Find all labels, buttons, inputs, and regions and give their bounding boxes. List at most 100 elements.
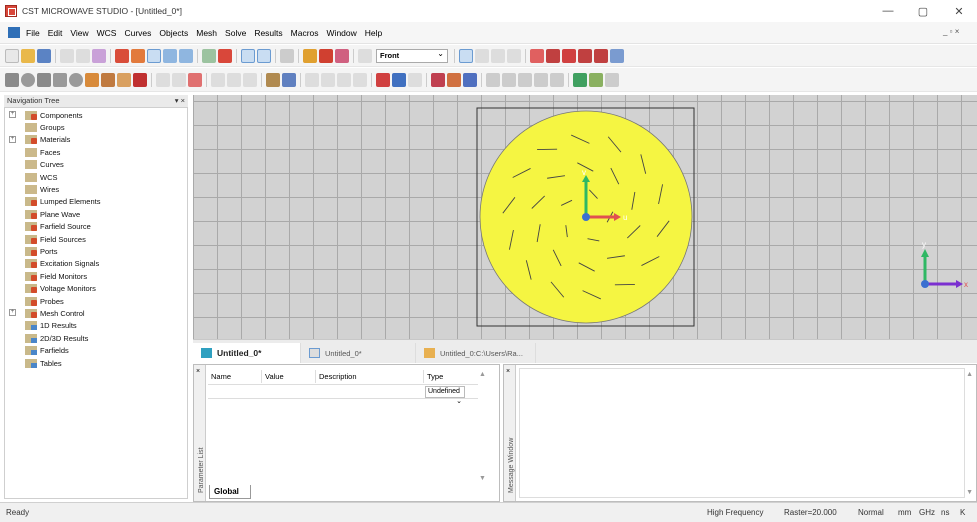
tree-item[interactable]: Farfield Source [25,221,91,233]
menu-file[interactable]: File [22,28,44,38]
mesh-adapt-icon[interactable] [534,72,548,87]
subtract-icon[interactable] [172,72,186,87]
view-left-icon[interactable] [475,48,489,63]
extrude-icon[interactable] [85,72,99,87]
menu-window[interactable]: Window [323,28,361,38]
mesh-icon[interactable] [486,72,500,87]
paste-icon[interactable] [92,48,106,63]
align-icon[interactable] [266,72,280,87]
scroll-down-icon[interactable]: ▼ [479,475,486,482]
menu-objects[interactable]: Objects [155,28,192,38]
spin-icon[interactable] [131,48,145,63]
brick-icon[interactable] [303,48,317,63]
restore-button[interactable]: ▢ [905,0,941,22]
cylinder-icon[interactable] [37,72,51,87]
pick-edge-icon[interactable] [321,72,335,87]
wrench-icon[interactable] [447,72,461,87]
boundary-icon[interactable] [408,72,422,87]
pick-icon[interactable] [218,48,232,63]
menu-solve[interactable]: Solve [221,28,250,38]
tab-untitled-schematic[interactable]: Untitled_0* [301,343,416,363]
menu-help[interactable]: Help [361,28,386,38]
open-folder-icon[interactable] [21,48,35,63]
tree-item[interactable]: + Materials [9,134,70,146]
search-icon[interactable] [610,48,624,63]
cone-icon[interactable] [53,72,67,87]
tree-item[interactable]: Tables [25,357,62,369]
minimize-button[interactable]: — [870,0,906,22]
wcs-icon[interactable] [241,48,255,63]
tree-item[interactable]: Curves [25,159,64,171]
view-select[interactable]: Front [376,48,448,63]
menu-view[interactable]: View [66,28,92,38]
union-icon[interactable] [156,72,170,87]
tree-item[interactable]: Probes [25,295,64,307]
tree-item[interactable]: + Components [9,109,83,121]
tree-item[interactable]: Faces [25,146,60,158]
view-front-icon[interactable] [459,48,473,63]
tree-item[interactable]: Farfields [25,345,69,357]
sphere-icon[interactable] [21,72,35,87]
copy-icon[interactable] [76,48,90,63]
tab-untitled-active[interactable]: Untitled_0* [193,343,301,363]
chamfer-icon[interactable] [227,72,241,87]
menu-results[interactable]: Results [250,28,286,38]
tree-item[interactable]: Lumped Elements [25,196,100,208]
col-type[interactable]: Type [424,370,476,383]
boolean-icon[interactable] [319,48,333,63]
tree-item[interactable]: + Mesh Control [9,307,85,319]
mesh-view-icon[interactable] [502,72,516,87]
msg-scroll-up-icon[interactable]: ▲ [966,371,973,378]
nav-close-button[interactable]: ▾ × [175,95,185,107]
start-icon[interactable] [573,72,587,87]
blend-icon[interactable] [211,72,225,87]
pointer-icon[interactable] [463,72,477,87]
annotation-icon[interactable] [578,48,592,63]
bend-icon[interactable] [133,72,147,87]
grid-icon[interactable] [358,48,372,63]
expand-icon[interactable]: + [9,309,16,317]
wireframe-icon[interactable] [257,48,271,63]
intersect-icon[interactable] [188,72,202,87]
mesh-props-icon[interactable] [518,72,532,87]
scissors-icon[interactable] [594,48,608,63]
col-name[interactable]: Name [208,370,262,383]
transform-icon[interactable] [335,48,349,63]
tab-global[interactable]: Global [209,485,251,499]
tree-item[interactable]: Field Monitors [25,270,87,282]
tree-item[interactable]: Excitation Signals [25,258,99,270]
col-value[interactable]: Value [262,370,316,383]
zoom-in-icon[interactable] [163,48,177,63]
mesh-info-icon[interactable] [550,72,564,87]
scroll-up-icon[interactable]: ▲ [479,371,486,378]
close-button[interactable]: ✕ [941,0,977,22]
optimizer-icon[interactable] [589,72,603,87]
save-icon[interactable] [37,48,51,63]
tab-untitled-path[interactable]: Untitled_0:C:\Users\Ra... [416,343,536,363]
3d-viewport[interactable]: v u y x [193,95,977,339]
view-right-icon[interactable] [491,48,505,63]
menu-edit[interactable]: Edit [44,28,67,38]
circle-icon[interactable] [562,48,576,63]
loft-icon[interactable] [117,72,131,87]
torus-icon[interactable] [69,72,83,87]
rotate-shape-icon[interactable] [101,72,115,87]
mirror-icon[interactable] [282,72,296,87]
view-top-icon[interactable] [507,48,521,63]
reset-view-icon[interactable] [202,48,216,63]
param-close-icon[interactable]: × [196,368,200,375]
tree-item[interactable]: Wires [25,183,59,195]
rotate-icon[interactable] [115,48,129,63]
tree-item[interactable]: WCS [25,171,58,183]
port-icon[interactable] [376,72,390,87]
pan-icon[interactable] [147,48,161,63]
col-description[interactable]: Description [316,370,424,383]
mdi-controls[interactable]: _ ▫ × [943,27,959,36]
brick-shape-icon[interactable] [5,72,19,87]
new-file-icon[interactable] [5,48,19,63]
solver-icon[interactable] [431,72,445,87]
menu-mesh[interactable]: Mesh [192,28,221,38]
tree-item[interactable]: Groups [25,121,65,133]
tree-item[interactable]: Field Sources [25,233,86,245]
pick-face-icon[interactable] [337,72,351,87]
